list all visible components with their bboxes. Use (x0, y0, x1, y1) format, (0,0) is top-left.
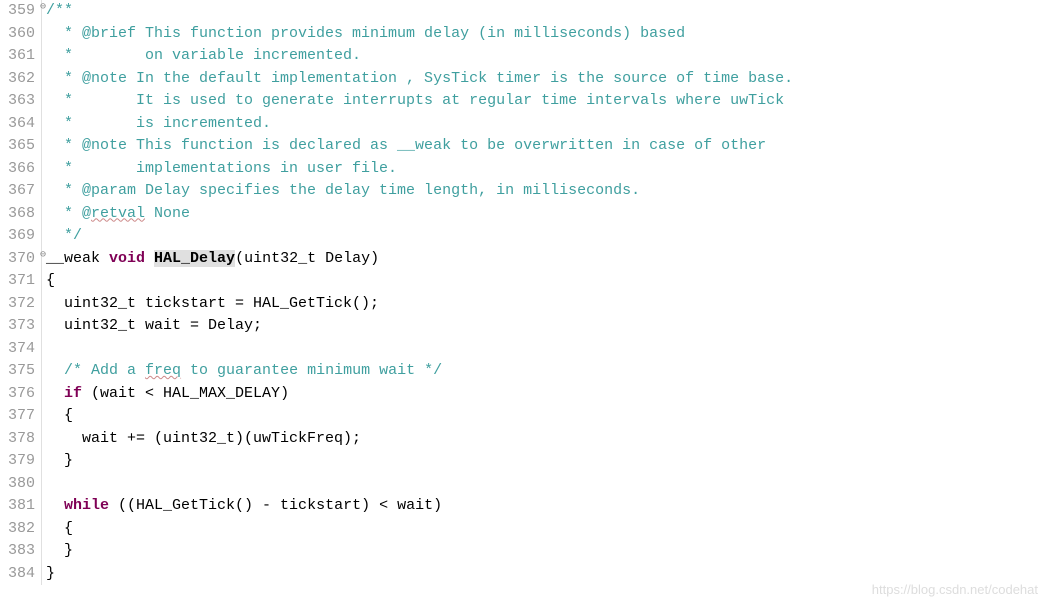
line-number-gutter: 359⊖360361362363364365366367368369370⊖37… (0, 0, 42, 585)
code-token: freq (145, 362, 181, 379)
fold-marker-icon[interactable]: ⊖ (40, 248, 46, 263)
code-line[interactable]: } (46, 540, 1048, 563)
line-number: 380 (0, 473, 37, 496)
line-number: 383 (0, 540, 37, 563)
line-number: 363 (0, 90, 37, 113)
code-line[interactable]: { (46, 518, 1048, 541)
line-number: 364 (0, 113, 37, 136)
code-token: */ (46, 227, 82, 244)
code-token: (wait < HAL_MAX_DELAY) (82, 385, 289, 402)
code-token: * @param Delay specifies the delay time … (46, 182, 640, 199)
line-number: 360 (0, 23, 37, 46)
line-number: 374 (0, 338, 37, 361)
code-token (46, 385, 64, 402)
code-line[interactable]: { (46, 270, 1048, 293)
code-token: /* Add a (46, 362, 145, 379)
code-line[interactable]: */ (46, 225, 1048, 248)
code-line[interactable]: uint32_t wait = Delay; (46, 315, 1048, 338)
code-token: * @brief This function provides minimum … (46, 25, 685, 42)
line-number: 377 (0, 405, 37, 428)
code-token: { (46, 407, 73, 424)
line-number: 359⊖ (0, 0, 37, 23)
code-line[interactable]: uint32_t tickstart = HAL_GetTick(); (46, 293, 1048, 316)
line-number: 365 (0, 135, 37, 158)
watermark-text: https://blog.csdn.net/codehat (872, 580, 1038, 600)
code-line[interactable]: * @retval None (46, 203, 1048, 226)
line-number: 379 (0, 450, 37, 473)
code-line[interactable]: * is incremented. (46, 113, 1048, 136)
code-token: * on variable incremented. (46, 47, 361, 64)
code-token: (uint32_t Delay) (235, 250, 379, 267)
code-token: retval (91, 205, 145, 222)
code-line[interactable] (46, 473, 1048, 496)
line-number: 371 (0, 270, 37, 293)
line-number: 369 (0, 225, 37, 248)
code-line[interactable]: /* Add a freq to guarantee minimum wait … (46, 360, 1048, 383)
code-token: while (64, 497, 109, 514)
line-number: 372 (0, 293, 37, 316)
code-token: { (46, 520, 73, 537)
code-token: * @ (46, 205, 91, 222)
line-number: 366 (0, 158, 37, 181)
code-token: * is incremented. (46, 115, 271, 132)
code-line[interactable]: * on variable incremented. (46, 45, 1048, 68)
code-line[interactable]: * @note In the default implementation , … (46, 68, 1048, 91)
code-token: wait += (uint32_t)(uwTickFreq); (46, 430, 361, 447)
line-number: 381 (0, 495, 37, 518)
line-number: 376 (0, 383, 37, 406)
code-line[interactable]: if (wait < HAL_MAX_DELAY) (46, 383, 1048, 406)
code-token: } (46, 542, 73, 559)
code-token (145, 250, 154, 267)
code-token: HAL_Delay (154, 250, 235, 267)
code-token: { (46, 272, 55, 289)
code-token: } (46, 452, 73, 469)
code-line[interactable]: * @brief This function provides minimum … (46, 23, 1048, 46)
code-line[interactable]: /** (46, 0, 1048, 23)
code-token: uint32_t wait = Delay; (46, 317, 262, 334)
code-token: * @note This function is declared as __w… (46, 137, 766, 154)
code-token: ((HAL_GetTick() - tickstart) < wait) (109, 497, 442, 514)
code-token: * implementations in user file. (46, 160, 397, 177)
code-token: uint32_t tickstart = HAL_GetTick(); (46, 295, 379, 312)
line-number: 384 (0, 563, 37, 586)
code-token (46, 497, 64, 514)
code-line[interactable]: { (46, 405, 1048, 428)
code-token: void (109, 250, 145, 267)
code-token: __weak (46, 250, 109, 267)
line-number: 367 (0, 180, 37, 203)
line-number: 382 (0, 518, 37, 541)
code-line[interactable]: * It is used to generate interrupts at r… (46, 90, 1048, 113)
code-line[interactable]: * @param Delay specifies the delay time … (46, 180, 1048, 203)
code-token: * @note In the default implementation , … (46, 70, 793, 87)
code-line[interactable] (46, 338, 1048, 361)
line-number: 361 (0, 45, 37, 68)
code-line[interactable]: wait += (uint32_t)(uwTickFreq); (46, 428, 1048, 451)
code-line[interactable]: * implementations in user file. (46, 158, 1048, 181)
code-content[interactable]: /** * @brief This function provides mini… (42, 0, 1048, 585)
code-token: to guarantee minimum wait */ (181, 362, 442, 379)
line-number: 378 (0, 428, 37, 451)
code-token: if (64, 385, 82, 402)
code-token: } (46, 565, 55, 582)
code-line[interactable]: while ((HAL_GetTick() - tickstart) < wai… (46, 495, 1048, 518)
line-number: 368 (0, 203, 37, 226)
fold-marker-icon[interactable]: ⊖ (40, 0, 46, 15)
code-token: None (145, 205, 190, 222)
code-line[interactable]: * @note This function is declared as __w… (46, 135, 1048, 158)
code-editor: 359⊖360361362363364365366367368369370⊖37… (0, 0, 1048, 585)
code-line[interactable]: } (46, 450, 1048, 473)
code-line[interactable]: __weak void HAL_Delay(uint32_t Delay) (46, 248, 1048, 271)
line-number: 373 (0, 315, 37, 338)
code-token: * It is used to generate interrupts at r… (46, 92, 784, 109)
line-number: 370⊖ (0, 248, 37, 271)
line-number: 375 (0, 360, 37, 383)
line-number: 362 (0, 68, 37, 91)
code-token: /** (46, 2, 73, 19)
